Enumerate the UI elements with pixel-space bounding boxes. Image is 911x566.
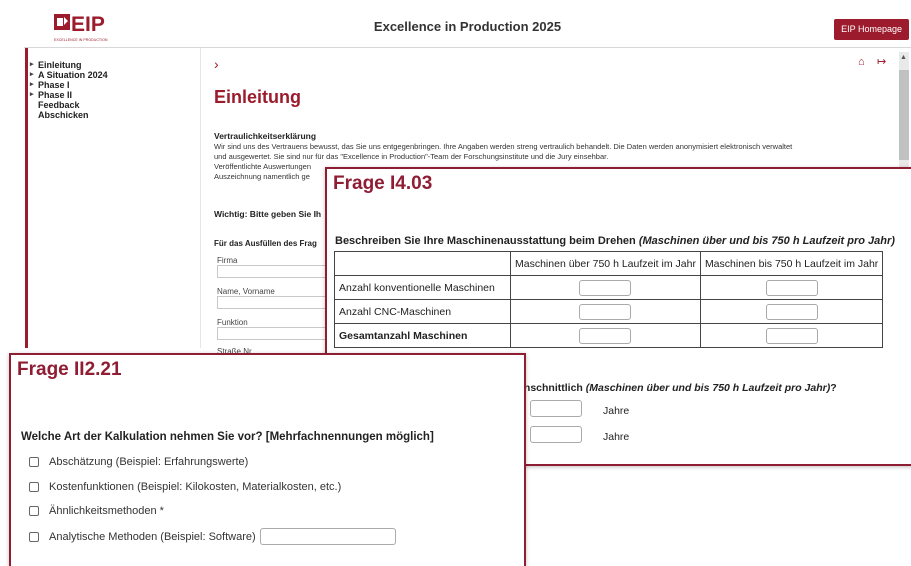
name-input[interactable] [217, 296, 337, 309]
option-label: Abschätzung (Beispiel: Erfahrungswerte) [49, 456, 249, 468]
checkbox-option[interactable]: Analytische Methoden (Beispiel: Software… [29, 528, 396, 545]
sidebar-item-label: Abschicken [38, 110, 89, 120]
sidebar-item-phase-ii[interactable]: ▸ Phase II [30, 90, 200, 100]
name-label: Name, Vorname [217, 287, 275, 296]
confidentiality-text: und ausgewertet. Sie sind nur für das "E… [214, 152, 609, 161]
triangle-right-icon: ▸ [30, 71, 34, 78]
option-label: Kostenfunktionen (Beispiel: Kilokosten, … [49, 481, 342, 493]
unit-label: Jahre [603, 431, 630, 443]
sidebar-item-label: Phase II [38, 90, 73, 100]
scroll-up-icon[interactable]: ▲ [900, 54, 907, 61]
number-input[interactable] [579, 303, 632, 320]
home-icon[interactable]: ⌂ [858, 56, 865, 68]
funktion-input[interactable] [217, 327, 337, 340]
important-note: Wichtig: Bitte geben Sie Ih [214, 209, 322, 219]
number-input[interactable] [579, 327, 632, 344]
checkbox[interactable] [29, 482, 39, 492]
triangle-right-icon: ▸ [30, 61, 34, 68]
question-text: rchschnittlich (Maschinen über und bis 7… [514, 382, 837, 394]
row-label: Gesamtanzahl Maschinen [334, 323, 511, 348]
confidentiality-title: Vertraulichkeitserklärung [214, 131, 317, 141]
number-input[interactable] [765, 303, 818, 320]
page-header: EIP EXCELLENCE IN PRODUCTION Excellence … [24, 4, 911, 48]
table-header: Maschinen bis 750 h Laufzeit im Jahr [699, 251, 884, 276]
table-row: Gesamtanzahl Maschinen [334, 323, 884, 348]
firma-input[interactable] [217, 265, 337, 278]
number-input[interactable] [765, 327, 818, 344]
scrollbar-thumb[interactable] [899, 70, 909, 160]
table-row: Anzahl konventionelle Maschinen [334, 275, 884, 300]
fill-hint: Für das Ausfüllen des Frag [214, 239, 317, 248]
checkbox[interactable] [29, 531, 39, 542]
logo-subtext: EXCELLENCE IN PRODUCTION [54, 38, 108, 42]
unit-label: Jahre [603, 405, 630, 417]
sidebar-item-einleitung[interactable]: ▸ Einleitung [30, 60, 200, 70]
checkbox[interactable] [29, 457, 39, 467]
confidentiality-text: Wir sind uns des Vertrauens bewusst, das… [214, 142, 793, 151]
years-input[interactable] [530, 400, 582, 417]
eip-homepage-button[interactable]: EIP Homepage [834, 19, 909, 40]
sidebar-nav: ▸ Einleitung ▸ A Situation 2024 ▸ Phase I ▸… [30, 60, 200, 360]
number-input[interactable] [579, 279, 632, 296]
checkbox-option[interactable]: Ähnlichkeitsmethoden * [29, 505, 164, 517]
sidebar-item-abschicken[interactable]: Abschicken [30, 110, 200, 120]
page-title: Einleitung [214, 87, 301, 107]
confidentiality-text: Auszeichnung namentlich ge [214, 172, 310, 181]
sidebar-item-situation[interactable]: ▸ A Situation 2024 [30, 70, 200, 80]
sidebar-item-label: Phase I [38, 80, 70, 90]
accent-rule [25, 48, 28, 348]
funktion-label: Funktion [217, 318, 248, 327]
number-input[interactable] [765, 279, 818, 296]
app-title: Excellence in Production 2025 [373, 19, 562, 34]
question-text: Beschreiben Sie Ihre Maschinenausstattun… [335, 235, 895, 247]
firma-label: Firma [217, 256, 238, 265]
triangle-right-icon: ▸ [30, 81, 34, 88]
logout-icon[interactable]: ↦ [877, 55, 886, 68]
sidebar-item-label: Einleitung [38, 60, 82, 70]
table-row: Anzahl CNC-Maschinen [334, 299, 884, 324]
sidebar-item-phase-i[interactable]: ▸ Phase I [30, 80, 200, 90]
option-label: Analytische Methoden (Beispiel: Software… [49, 530, 256, 543]
machine-table: Maschinen über 750 h Laufzeit im Jahr Ma… [334, 251, 884, 348]
table-header: Maschinen über 750 h Laufzeit im Jahr [510, 251, 701, 276]
triangle-right-icon: ▸ [30, 91, 34, 98]
checkbox[interactable] [29, 506, 39, 516]
checkbox-option[interactable]: Kostenfunktionen (Beispiel: Kilokosten, … [29, 481, 341, 493]
row-label: Anzahl CNC-Maschinen [334, 299, 511, 324]
question-title: Frage II2.21 [17, 359, 122, 380]
sidebar-item-label: Feedback [38, 100, 80, 110]
checkbox-option[interactable]: Abschätzung (Beispiel: Erfahrungswerte) [29, 456, 248, 468]
question-card-ii221: Frage II2.21 Welche Art der Kalkulation … [9, 353, 526, 566]
question-title: Frage I4.03 [333, 173, 433, 194]
content-divider [200, 48, 201, 348]
sidebar-item-label: A Situation 2024 [38, 70, 108, 80]
years-input[interactable] [530, 426, 582, 443]
software-input[interactable] [259, 528, 396, 545]
confidentiality-text: Veröffentlichte Auswertungen [214, 162, 312, 171]
table-header-empty [334, 251, 511, 276]
sidebar-item-feedback[interactable]: Feedback [30, 100, 200, 110]
option-label: Ähnlichkeitsmethoden * [49, 505, 164, 517]
chevron-right-icon[interactable]: › [214, 56, 219, 72]
question-text: Welche Art der Kalkulation nehmen Sie vo… [21, 431, 434, 443]
row-label: Anzahl konventionelle Maschinen [334, 275, 511, 300]
